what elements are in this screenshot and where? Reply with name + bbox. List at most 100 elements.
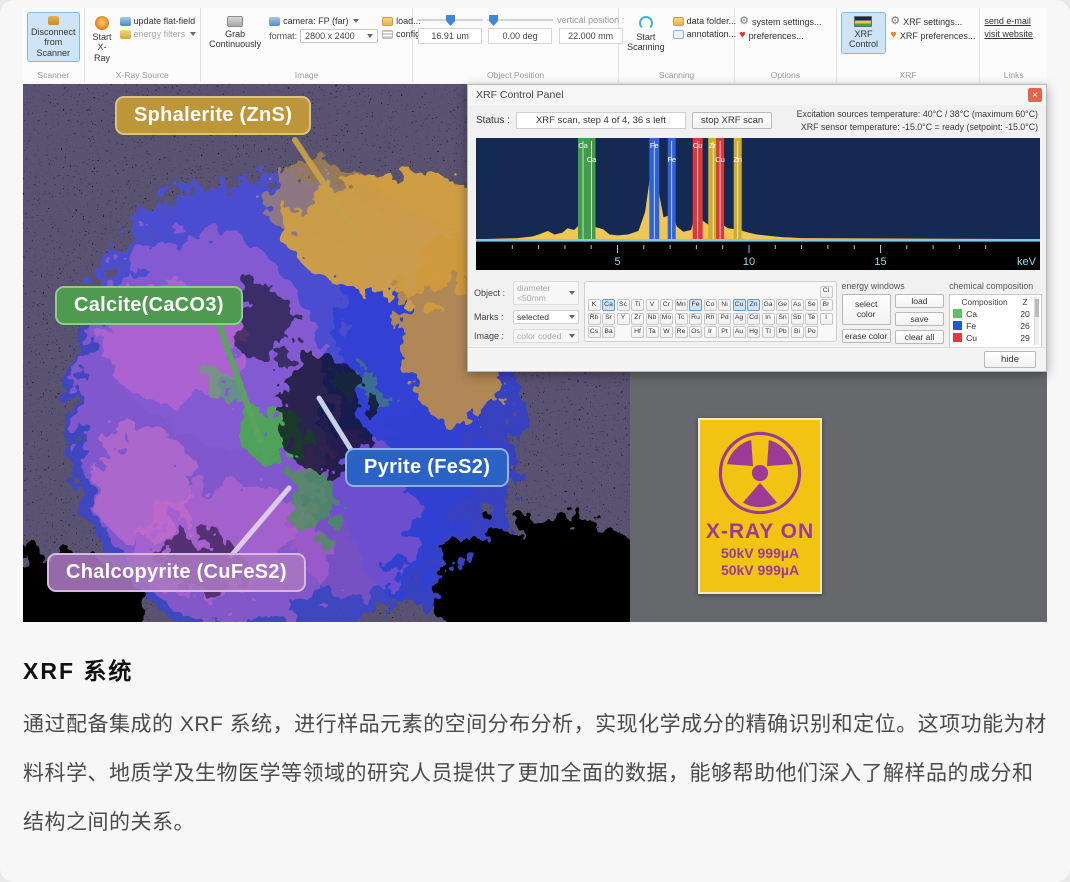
element-sb-button[interactable]: Sb — [791, 313, 804, 325]
rotation-slider[interactable] — [487, 15, 553, 25]
slider-thumb[interactable] — [489, 15, 498, 26]
element-zn-button[interactable]: Zn — [747, 299, 760, 311]
marks-dropdown[interactable]: selected — [513, 310, 579, 324]
periodic-table-gap — [805, 286, 818, 298]
composition-z: 20 — [1016, 309, 1034, 319]
element-hf-button[interactable]: Hf — [631, 326, 644, 338]
clear-all-button[interactable]: clear all — [895, 330, 944, 344]
element-ru-button[interactable]: Ru — [689, 313, 702, 325]
element-cd-button[interactable]: Cd — [747, 313, 760, 325]
hide-button[interactable]: hide — [984, 351, 1036, 368]
element-mn-button[interactable]: Mn — [675, 299, 688, 311]
composition-row[interactable]: Fe26 — [953, 321, 1034, 331]
update-flat-field-button[interactable]: update flat-field — [120, 16, 197, 26]
page: Disconnect from Scanner Scanner Start X-… — [0, 0, 1070, 882]
element-i-button[interactable]: I — [820, 313, 833, 325]
element-mo-button[interactable]: Mo — [660, 313, 673, 325]
element-in-button[interactable]: In — [762, 313, 775, 325]
element-te-button[interactable]: Te — [805, 313, 818, 325]
element-sr-button[interactable]: Sr — [602, 313, 615, 325]
element-br-button[interactable]: Br — [820, 299, 833, 311]
stop-xrf-scan-button[interactable]: stop XRF scan — [692, 112, 772, 129]
element-w-button[interactable]: W — [660, 326, 673, 338]
energy-filters-button[interactable]: energy filters — [120, 29, 197, 39]
element-ga-button[interactable]: Ga — [762, 299, 775, 311]
element-cs-button[interactable]: Cs — [588, 326, 601, 338]
radiation-trefoil-icon — [715, 428, 805, 518]
object-dropdown[interactable]: diameter <50mm — [513, 281, 579, 305]
element-pt-button[interactable]: Pt — [718, 326, 731, 338]
composition-row[interactable]: Cu29 — [953, 333, 1034, 343]
element-zr-button[interactable]: Zr — [631, 313, 644, 325]
element-ti-button[interactable]: Ti — [631, 299, 644, 311]
element-au-button[interactable]: Au — [733, 326, 746, 338]
element-ta-button[interactable]: Ta — [646, 326, 659, 338]
element-ba-button[interactable]: Ba — [602, 326, 615, 338]
element-pd-button[interactable]: Pd — [718, 313, 731, 325]
element-pb-button[interactable]: Pb — [776, 326, 789, 338]
element-co-button[interactable]: Co — [704, 299, 717, 311]
grab-continuously-button[interactable]: Grab Continuously — [205, 12, 265, 54]
visit-website-link[interactable]: visit website — [984, 29, 1033, 39]
image-dropdown[interactable]: color coded — [513, 329, 579, 343]
element-cu-button[interactable]: Cu — [733, 299, 746, 311]
camera-select-button[interactable]: camera: FP (far) — [269, 16, 378, 26]
element-ag-button[interactable]: Ag — [733, 313, 746, 325]
label-calcite: Calcite(CaCO3) — [55, 286, 243, 325]
element-cr-button[interactable]: Cr — [660, 299, 673, 311]
element-tl-button[interactable]: Tl — [762, 326, 775, 338]
composition-scrollbar[interactable] — [1034, 297, 1039, 345]
ribbon-toolbar: Disconnect from Scanner Scanner Start X-… — [23, 8, 1047, 82]
close-icon[interactable]: × — [1028, 88, 1042, 102]
element-tc-button[interactable]: Tc — [675, 313, 688, 325]
annotation-button[interactable]: annotation... — [673, 29, 737, 39]
element-y-button[interactable]: Y — [617, 313, 630, 325]
element-se-button[interactable]: Se — [805, 299, 818, 311]
send-email-link[interactable]: send e-mail — [984, 16, 1033, 26]
element-nb-button[interactable]: Nb — [646, 313, 659, 325]
element-color-swatch — [953, 309, 962, 318]
element-rh-button[interactable]: Rh — [704, 313, 717, 325]
svg-text:Fe: Fe — [667, 155, 676, 164]
xray-kv-text: 50kV 999µA — [721, 545, 799, 561]
xrf-control-button[interactable]: XRF Control — [841, 12, 887, 54]
element-bi-button[interactable]: Bi — [791, 326, 804, 338]
format-combobox[interactable]: 2800 x 2400 — [300, 29, 378, 43]
panel-titlebar[interactable]: XRF Control Panel × — [468, 85, 1046, 105]
start-xray-button[interactable]: Start X-Ray — [89, 12, 116, 67]
preferences-button[interactable]: ♥ preferences... — [739, 30, 821, 41]
element-v-button[interactable]: V — [646, 299, 659, 311]
element-rb-button[interactable]: Rb — [588, 313, 601, 325]
xrf-settings-button[interactable]: ⚙ XRF settings... — [890, 16, 975, 27]
article-paragraph: 通过配备集成的 XRF 系统，进行样品元素的空间分布分析，实现化学成分的精确识别… — [23, 700, 1047, 847]
periodic-table-gap — [689, 286, 702, 298]
element-cl-button[interactable]: Cl — [820, 286, 833, 298]
select-color-button[interactable]: select color — [842, 294, 891, 325]
start-scanning-button[interactable]: Start Scanning — [623, 12, 669, 57]
element-ge-button[interactable]: Ge — [776, 299, 789, 311]
disconnect-from-scanner-button[interactable]: Disconnect from Scanner — [27, 12, 80, 62]
element-ni-button[interactable]: Ni — [718, 299, 731, 311]
element-os-button[interactable]: Os — [689, 326, 702, 338]
element-re-button[interactable]: Re — [675, 326, 688, 338]
slider-thumb[interactable] — [446, 15, 455, 26]
erase-color-button[interactable]: erase color — [842, 329, 891, 343]
xrf-preferences-button[interactable]: ♥ XRF preferences... — [890, 30, 975, 41]
element-po-button[interactable]: Po — [805, 326, 818, 338]
element-fe-button[interactable]: Fe — [689, 299, 702, 311]
data-folder-button[interactable]: data folder... — [673, 16, 737, 26]
focus-slider[interactable] — [417, 15, 483, 25]
load-windows-button[interactable]: load — [895, 294, 944, 308]
system-settings-button[interactable]: ⚙ system settings... — [739, 16, 821, 27]
element-as-button[interactable]: As — [791, 299, 804, 311]
composition-row[interactable]: Ca20 — [953, 309, 1034, 319]
svg-text:keV: keV — [1017, 256, 1037, 268]
element-k-button[interactable]: K — [588, 299, 601, 311]
element-ca-button[interactable]: Ca — [602, 299, 615, 311]
element-ir-button[interactable]: Ir — [704, 326, 717, 338]
element-sn-button[interactable]: Sn — [776, 313, 789, 325]
element-hg-button[interactable]: Hg — [747, 326, 760, 338]
xrf-control-panel: XRF Control Panel × Status : XRF scan, s… — [467, 84, 1047, 372]
save-windows-button[interactable]: save — [895, 312, 944, 326]
element-sc-button[interactable]: Sc — [617, 299, 630, 311]
